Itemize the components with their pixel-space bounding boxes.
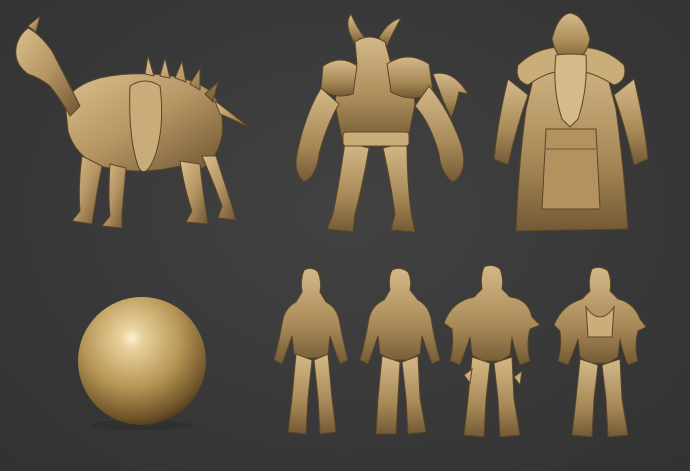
undead-horse-sculpt bbox=[10, 6, 260, 241]
hooded-warrior-back-armored bbox=[552, 266, 648, 439]
hooded-warrior-back-bare bbox=[358, 267, 443, 438]
hooded-warrior-front-armored bbox=[442, 264, 542, 440]
horned-demon-brute-sculpt bbox=[283, 13, 473, 236]
robed-bearded-elder-sculpt bbox=[488, 9, 653, 241]
sculpt-showcase-canvas bbox=[0, 0, 690, 471]
hooded-warrior-front-bare bbox=[268, 267, 356, 438]
material-preview-sphere bbox=[76, 297, 208, 431]
